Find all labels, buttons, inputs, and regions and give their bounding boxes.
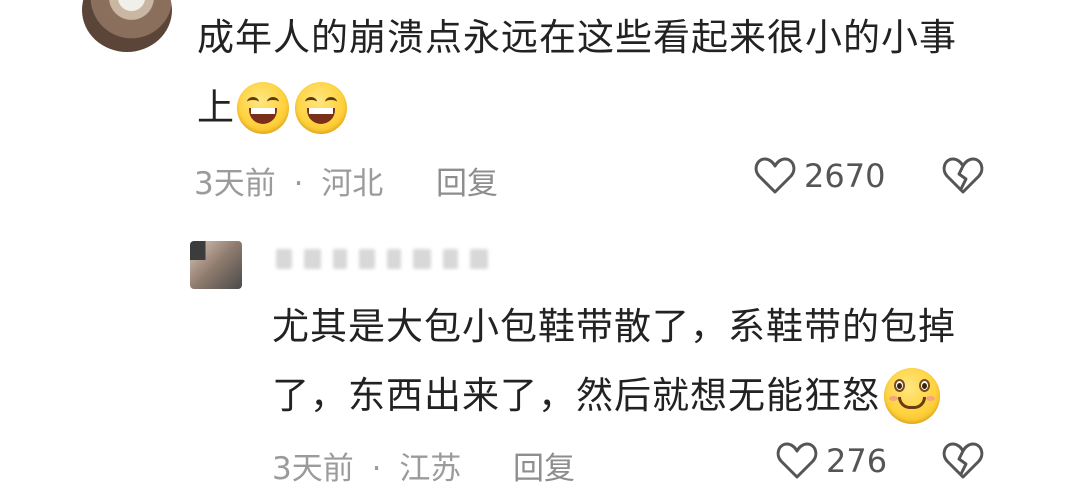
like-count: 276: [826, 442, 888, 480]
heart-icon: [776, 442, 818, 479]
grin-emoji-icon: [295, 82, 347, 134]
comment-location: 河北: [321, 166, 384, 202]
comment-time: 3天前: [194, 166, 276, 202]
meta-separator: ·: [371, 451, 382, 487]
comment-text-line2: 上: [197, 76, 347, 140]
dislike-button[interactable]: [942, 441, 984, 485]
comment-text-tail: 上: [197, 86, 235, 129]
comment-text-line1: 尤其是大包小包鞋带散了，系鞋带的包掉: [272, 305, 956, 348]
comment-text-tail: 了，东西出来了，然后就想无能狂怒: [272, 374, 880, 417]
heart-icon: [754, 157, 796, 194]
broken-heart-icon: [942, 442, 984, 479]
comment-meta: 3天前 · 江苏: [272, 443, 461, 488]
comment-text-line2: 了，东西出来了，然后就想无能狂怒: [272, 364, 940, 428]
reply-button[interactable]: 回复: [436, 158, 498, 203]
meta-separator: ·: [293, 166, 304, 202]
smile-emoji-icon: [884, 368, 940, 424]
avatar[interactable]: [82, 0, 172, 52]
avatar[interactable]: [190, 241, 242, 289]
like-button[interactable]: 276: [776, 441, 887, 481]
comment-meta: 3天前 · 河北: [194, 158, 383, 203]
reply-button[interactable]: 回复: [513, 443, 575, 488]
comment-text-line1: 成年人的崩溃点永远在这些看起来很小的小事: [197, 16, 957, 59]
comment-time: 3天前: [272, 451, 354, 487]
grin-emoji-icon: [237, 82, 289, 134]
broken-heart-icon: [942, 157, 984, 194]
like-button[interactable]: 2670: [754, 156, 885, 196]
dislike-button[interactable]: [942, 156, 984, 200]
like-count: 2670: [804, 157, 886, 195]
comment-location: 江苏: [399, 451, 462, 487]
username-blurred[interactable]: [276, 244, 488, 274]
